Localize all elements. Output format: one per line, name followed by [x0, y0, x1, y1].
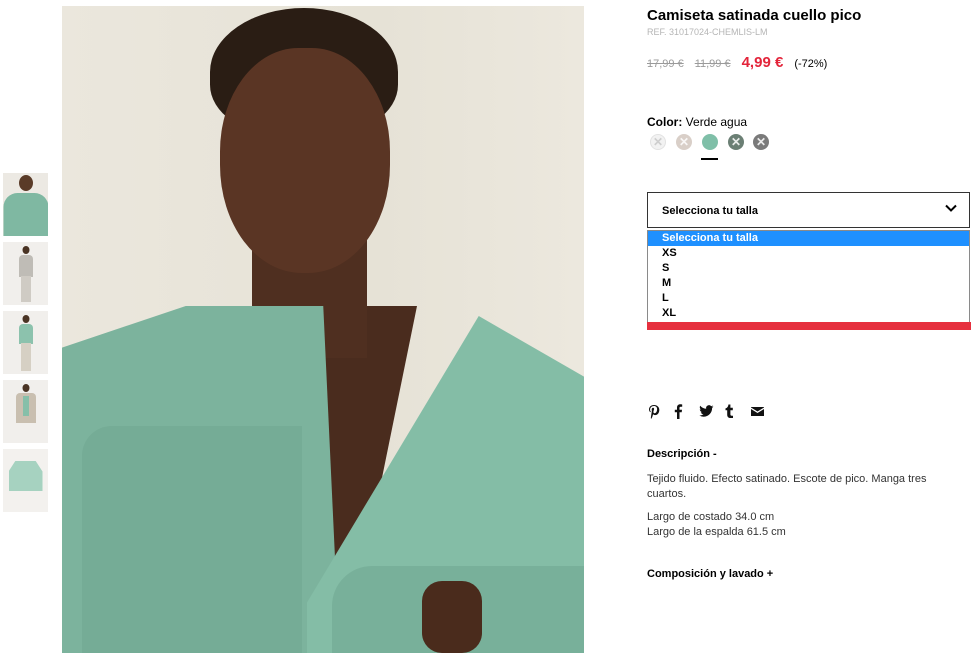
unavailable-icon: ✕: [652, 135, 664, 149]
pinterest-icon[interactable]: [647, 403, 673, 419]
product-main-image[interactable]: [62, 6, 584, 653]
product-ref: REF. 31017024-CHEMLIS-LM: [647, 27, 768, 37]
facebook-icon[interactable]: [673, 403, 699, 419]
color-label-title: Color:: [647, 115, 683, 129]
share-icons: [647, 403, 777, 419]
thumbnail-2[interactable]: [3, 242, 48, 305]
price-original: 17,99 €: [647, 58, 684, 70]
color-value: Verde agua: [685, 115, 748, 129]
thumbnail-gallery: [3, 173, 49, 518]
image-face: [220, 48, 390, 273]
price-previous: 11,99 €: [694, 58, 731, 70]
thumbnail-figure: [3, 193, 48, 236]
size-option[interactable]: M: [648, 276, 969, 291]
description-toggle[interactable]: Descripción -: [647, 448, 717, 460]
color-swatches: ✕ ✕ ✕ ✕: [650, 134, 780, 164]
thumbnail-figure: [20, 276, 31, 302]
unavailable-icon: ✕: [730, 135, 742, 149]
thumbnail-5[interactable]: [3, 449, 48, 512]
thumbnail-4[interactable]: [3, 380, 48, 443]
swatch-beige[interactable]: ✕: [676, 134, 692, 150]
price-current: 4,99 €: [741, 54, 784, 71]
swatch-verde-agua[interactable]: [702, 134, 718, 150]
unavailable-icon: ✕: [755, 135, 767, 149]
chevron-down-icon: [945, 201, 957, 217]
thumbnail-1[interactable]: [3, 173, 48, 236]
thumbnail-figure: [22, 384, 29, 392]
size-option[interactable]: S: [648, 261, 969, 276]
thumbnail-figure: [18, 255, 33, 277]
swatch-dark-green[interactable]: ✕: [728, 134, 744, 150]
product-title: Camiseta satinada cuello pico: [647, 7, 862, 24]
discount-badge: (-72%): [794, 58, 828, 70]
image-garment-shade: [82, 426, 302, 653]
swatch-grey[interactable]: ✕: [753, 134, 769, 150]
selected-swatch-indicator: [701, 158, 718, 160]
price-row: 17,99 € 11,99 € 4,99 € (-72%): [647, 54, 827, 71]
image-hand: [422, 581, 482, 653]
measure-side-length: Largo de costado 34.0 cm: [647, 511, 775, 523]
email-icon[interactable]: [751, 403, 777, 419]
size-option[interactable]: L: [648, 291, 969, 306]
size-option[interactable]: XL: [648, 306, 969, 321]
swatch-white[interactable]: ✕: [650, 134, 666, 150]
size-option[interactable]: Selecciona tu talla: [648, 231, 969, 246]
measure-back-length: Largo de la espalda 61.5 cm: [647, 526, 786, 538]
thumbnail-3[interactable]: [3, 311, 48, 374]
description-text: Tejido fluido. Efecto satinado. Escote d…: [647, 473, 927, 500]
thumbnail-figure: [22, 315, 29, 323]
size-select-label: Selecciona tu talla: [662, 205, 758, 217]
thumbnail-figure: [20, 343, 31, 371]
thumbnail-figure: [22, 396, 29, 416]
size-option[interactable]: XS: [648, 246, 969, 261]
add-to-cart-bar[interactable]: [647, 322, 971, 330]
tumblr-icon[interactable]: [725, 403, 751, 419]
color-label: Color: Verde agua: [647, 115, 747, 129]
thumbnail-figure: [22, 246, 29, 254]
twitter-icon[interactable]: [699, 403, 725, 419]
unavailable-icon: ✕: [678, 135, 690, 149]
size-dropdown-list: Selecciona tu talla XS S M L XL: [647, 230, 970, 323]
composition-toggle[interactable]: Composición y lavado +: [647, 568, 773, 580]
thumbnail-figure: [18, 324, 33, 344]
size-select[interactable]: Selecciona tu talla: [647, 192, 970, 228]
thumbnail-garment: [8, 461, 43, 491]
thumbnail-figure: [18, 175, 33, 191]
